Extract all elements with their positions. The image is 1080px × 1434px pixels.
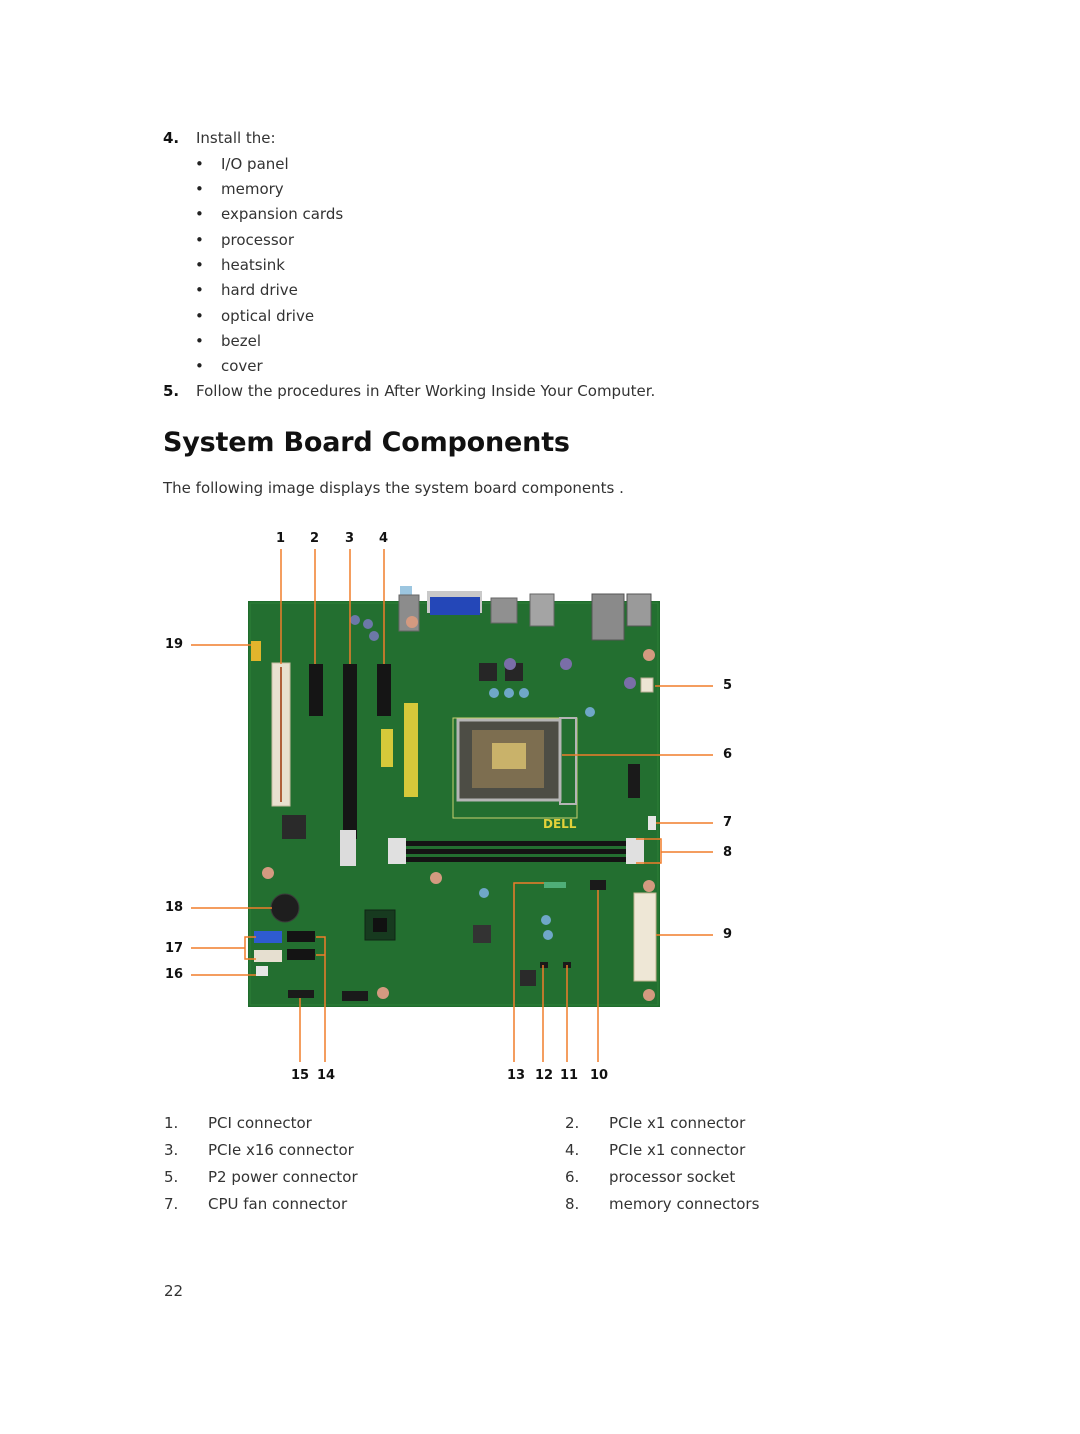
memory-slot [406, 857, 626, 862]
usb-port [529, 593, 555, 627]
legend-label: PCIe x16 connector [208, 1141, 354, 1159]
page-number: 22 [164, 1282, 184, 1300]
header-13 [544, 882, 566, 888]
legend-number: 5. [164, 1168, 179, 1186]
callout-8: 8 [723, 845, 733, 860]
ethernet-port [591, 593, 625, 641]
legend-number: 6. [565, 1168, 580, 1186]
callout-10: 10 [590, 1068, 609, 1083]
callout-7: 7 [723, 815, 733, 830]
legend-number: 7. [164, 1195, 179, 1213]
callout-14: 14 [317, 1068, 336, 1083]
sata-connector [287, 931, 315, 942]
callout-2: 2 [310, 531, 320, 546]
callout-18: 18 [165, 900, 184, 915]
header-10 [590, 880, 606, 890]
callout-3: 3 [345, 531, 355, 546]
legend-number: 3. [164, 1141, 179, 1159]
callout-17: 17 [165, 941, 184, 956]
legend-label: processor socket [609, 1168, 736, 1186]
legend-label: CPU fan connector [208, 1195, 348, 1213]
callout-9: 9 [723, 927, 733, 942]
chip [282, 815, 306, 839]
dell-logo: DELL [543, 817, 577, 831]
pcie-x16-slot [343, 664, 357, 839]
callout-4: 4 [379, 531, 389, 546]
vga-port [430, 597, 480, 615]
callout-12: 12 [535, 1068, 554, 1083]
legend-label: PCI connector [208, 1114, 312, 1132]
legend-label: memory connectors [609, 1195, 760, 1213]
header-15 [288, 990, 314, 998]
callout-13: 13 [507, 1068, 526, 1083]
legend-number: 4. [565, 1141, 580, 1159]
pcie-x1-slot [309, 664, 323, 716]
callout-15: 15 [291, 1068, 310, 1083]
audio-port [626, 593, 652, 627]
sata-connector [287, 949, 315, 960]
pcie-x1-slot [377, 664, 391, 716]
hdmi-port [490, 597, 518, 624]
coin-cell-battery [270, 893, 300, 923]
callout-5: 5 [723, 678, 733, 693]
legend-number: 8. [565, 1195, 580, 1213]
callout-11: 11 [560, 1068, 579, 1083]
legend-label: PCIe x1 connector [609, 1114, 746, 1132]
legend-number: 2. [565, 1114, 580, 1132]
memory-slot [406, 849, 626, 854]
callout-16: 16 [165, 967, 184, 982]
header-19 [251, 641, 261, 661]
callout-19: 19 [165, 637, 184, 652]
jumper-12 [540, 962, 548, 968]
memory-slot [406, 841, 626, 846]
legend-label: P2 power connector [208, 1168, 358, 1186]
chipset [373, 918, 387, 932]
cpu-fan-connector [648, 816, 656, 830]
sata-connector [254, 950, 282, 962]
p2-power-connector [640, 677, 654, 693]
atx-power-connector [633, 892, 657, 982]
legend-number: 1. [164, 1114, 179, 1132]
legend-label: PCIe x1 connector [609, 1141, 746, 1159]
system-board-figure: DELL [191, 549, 713, 1062]
callout-1: 1 [276, 531, 286, 546]
sata-connector [254, 931, 282, 943]
header-16 [256, 966, 268, 976]
callout-6: 6 [723, 747, 733, 762]
